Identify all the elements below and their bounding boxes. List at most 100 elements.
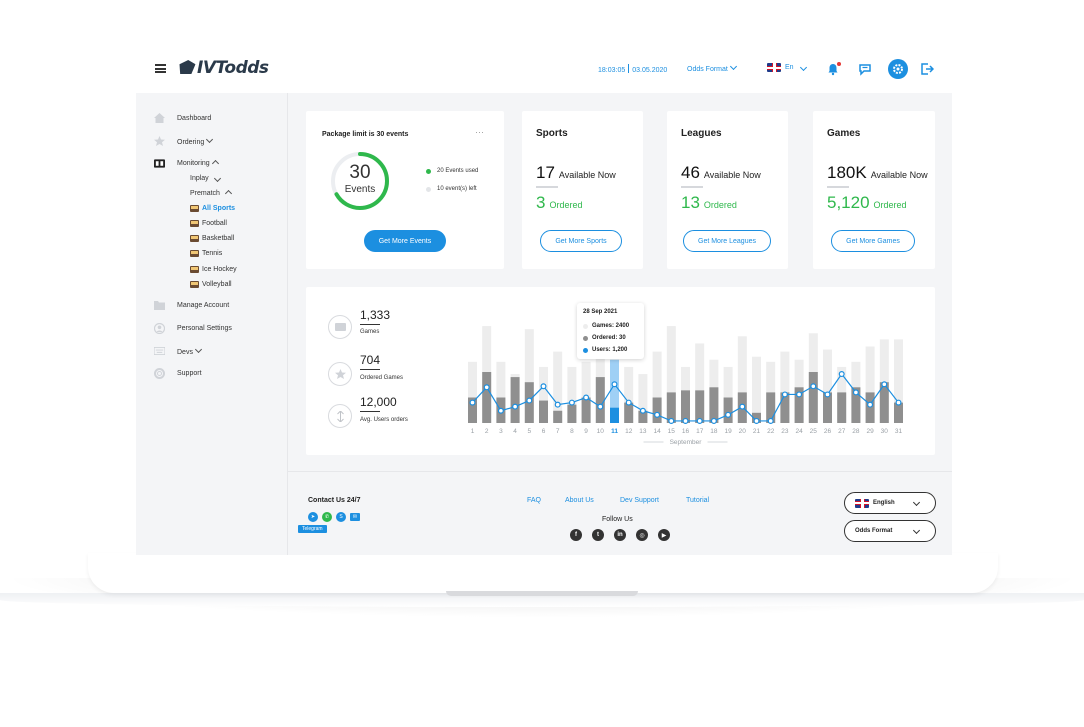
chevron-down-icon [729,62,737,71]
bar-ordered [894,402,903,423]
football-icon [190,220,199,227]
linkedin-icon[interactable]: in [614,529,626,541]
odds-format-select[interactable]: Odds Format [844,520,936,542]
get-more-sports-button[interactable]: Get More Sports [540,230,622,252]
odds-select-value: Odds Format [855,528,893,534]
tooltip-ordered: Ordered: 30 [592,335,626,341]
ordered-label: Ordered [549,200,583,210]
sidebar-item-support[interactable]: Support [154,367,202,379]
monitor-icon [328,315,352,339]
available-now: 46 Available Now [681,163,761,183]
point-users [583,394,590,401]
more-menu-icon[interactable]: ··· [475,127,484,137]
sport-label: Football [202,220,227,227]
laptop-notch [446,591,638,596]
hamburger-menu-icon[interactable] [155,64,166,73]
ordered-value: 5,120 [827,193,870,212]
get-more-leagues-button[interactable]: Get More Leagues [683,230,771,252]
chevron-up-icon [211,159,219,167]
bar-ordered [709,387,719,423]
tutorial-link[interactable]: Tutorial [686,497,709,504]
sidebar-sport-ice-hockey[interactable]: Ice Hockey [190,266,237,273]
instagram-icon[interactable]: ◎ [636,529,648,541]
sidebar-sport-football[interactable]: Football [190,220,227,227]
sidebar-item-dashboard[interactable]: Dashboard [154,113,211,123]
chat-icon[interactable] [858,62,872,76]
sidebar-sport-volleyball[interactable]: Volleyball [190,281,232,288]
x-tick-label: 6 [542,428,546,435]
language-select[interactable]: English [844,492,936,514]
twitter-icon[interactable]: t [592,529,604,541]
x-tick-label: 12 [625,428,633,435]
bar-ordered [865,392,875,423]
sidebar-item-monitoring[interactable]: Monitoring [154,158,219,168]
dev-support-link[interactable]: Dev Support [620,497,659,504]
app-window: Dashboard Ordering Monitoring Inplay Pre… [136,93,952,555]
email-icon[interactable]: ✉ [350,513,360,521]
sidebar-item-devs[interactable]: Devs [154,345,202,356]
package-card: Package limit is 30 events ··· 30 Events… [306,111,504,269]
youtube-icon[interactable]: ▶ [658,529,670,541]
faq-link[interactable]: FAQ [527,497,541,504]
all-sports-icon [190,205,199,212]
top-bar: IVTodds 18:03:05 03.05.2020 Odds Format E… [136,52,952,92]
facebook-icon[interactable]: f [570,529,582,541]
language-dropdown[interactable]: En [767,63,807,72]
blue-dot-icon [583,347,588,353]
point-users [568,399,575,406]
odds-format-dropdown[interactable]: Odds Format [687,62,737,73]
x-tick-label: 28 [852,428,860,435]
x-tick-label: 25 [810,428,818,435]
whatsapp-icon[interactable]: ✆ [322,512,332,522]
get-more-games-button[interactable]: Get More Games [831,230,915,252]
ordered-value: 13 [681,193,700,212]
sport-label: Volleyball [202,281,232,288]
bar-ordered [539,400,548,423]
bar-ordered [652,397,662,423]
bar-ordered [610,407,619,423]
stat-ordered-label: Ordered Games [360,375,404,381]
sidebar-item-ordering[interactable]: Ordering [154,135,214,146]
point-users [838,371,845,378]
sidebar-sport-basketball[interactable]: Basketball [190,235,234,242]
chart-tooltip: 28 Sep 2021 Games: 2400 Ordered: 30 User… [577,303,644,359]
tooltip-users-row: Users: 1,200 [583,347,627,353]
x-tick-label: 19 [724,428,732,435]
settings-gear-icon[interactable] [888,59,908,79]
x-tick-label: 30 [881,428,889,435]
x-tick-label: 15 [668,428,676,435]
sidebar-item-manage-account[interactable]: Manage Account [154,300,229,310]
home-icon [154,113,165,123]
bar-ordered [808,372,818,423]
logout-icon[interactable] [920,62,935,76]
point-users [512,403,519,410]
sidebar-sport-all[interactable]: All Sports [190,205,235,212]
divider [360,369,380,370]
sidebar-sport-tennis[interactable]: Tennis [190,250,222,257]
sidebar-item-label: Ordering [177,138,205,146]
tooltip-date: 28 Sep 2021 [583,309,618,315]
telegram-icon[interactable]: ➤ [308,512,318,522]
stat-users-label: Avg. Users orders [360,417,408,423]
keyboard-icon [154,346,165,356]
card-title: Leagues [681,128,722,139]
divider [827,186,849,188]
x-tick-label: 23 [781,428,789,435]
point-users [668,417,675,424]
ordered: 13 Ordered [681,193,737,213]
x-tick-label: 27 [838,428,846,435]
sidebar-item-personal-settings[interactable]: Personal Settings [154,322,232,334]
sidebar-sub-prematch[interactable]: Prematch [190,189,233,198]
basketball-icon [190,235,199,242]
tennis-icon [190,250,199,257]
logo[interactable]: IVTodds [179,58,269,78]
about-us-link[interactable]: About Us [565,497,594,504]
bell-icon[interactable] [826,62,841,76]
datetime: 18:03:05 03.05.2020 [598,64,667,74]
point-users [526,397,533,404]
skype-icon[interactable]: S [336,512,346,522]
sidebar-sub-inplay[interactable]: Inplay [190,174,221,183]
bar-ordered [510,377,520,423]
get-more-events-button[interactable]: Get More Events [364,230,446,252]
telegram-tooltip: Telegram [298,525,327,533]
